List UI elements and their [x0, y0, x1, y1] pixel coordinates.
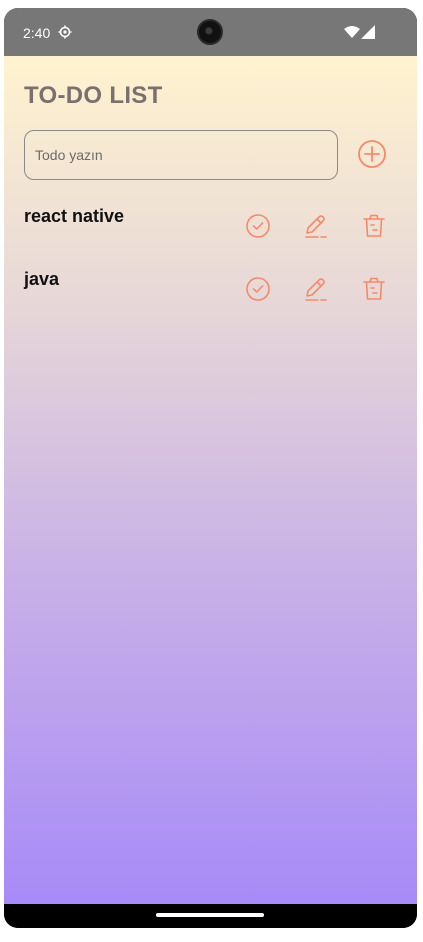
- todo-text: react native: [24, 206, 125, 226]
- status-time: 2:40: [23, 25, 51, 41]
- signal-icon: [361, 25, 375, 39]
- edit-icon: [305, 278, 327, 301]
- plus-circle-icon: [358, 140, 386, 168]
- complete-todo-button[interactable]: [244, 275, 272, 303]
- phone-frame: 2:40 TO-DO LIST rea: [4, 8, 417, 928]
- add-todo-button[interactable]: [356, 138, 388, 170]
- front-camera: [197, 19, 223, 45]
- trash-icon: [363, 277, 385, 300]
- navigation-bar: [4, 904, 417, 928]
- delete-todo-button[interactable]: [360, 212, 388, 240]
- home-indicator[interactable]: [156, 913, 264, 917]
- complete-todo-button[interactable]: [244, 212, 272, 240]
- todo-item: java: [4, 269, 417, 319]
- edit-todo-button[interactable]: [302, 212, 330, 240]
- edit-todo-button[interactable]: [302, 275, 330, 303]
- status-bar: 2:40: [4, 8, 417, 56]
- check-circle-icon: [246, 277, 270, 301]
- trash-icon: [363, 214, 385, 237]
- check-circle-icon: [246, 214, 270, 238]
- settings-icon: [58, 25, 72, 39]
- todo-text: java: [24, 269, 60, 289]
- todo-app-screen: TO-DO LIST react native: [4, 56, 417, 904]
- todo-item: react native: [4, 206, 417, 256]
- delete-todo-button[interactable]: [360, 275, 388, 303]
- todo-input[interactable]: [24, 130, 338, 180]
- edit-icon: [305, 215, 327, 238]
- page-title: TO-DO LIST: [24, 82, 163, 109]
- wifi-icon: [344, 26, 360, 38]
